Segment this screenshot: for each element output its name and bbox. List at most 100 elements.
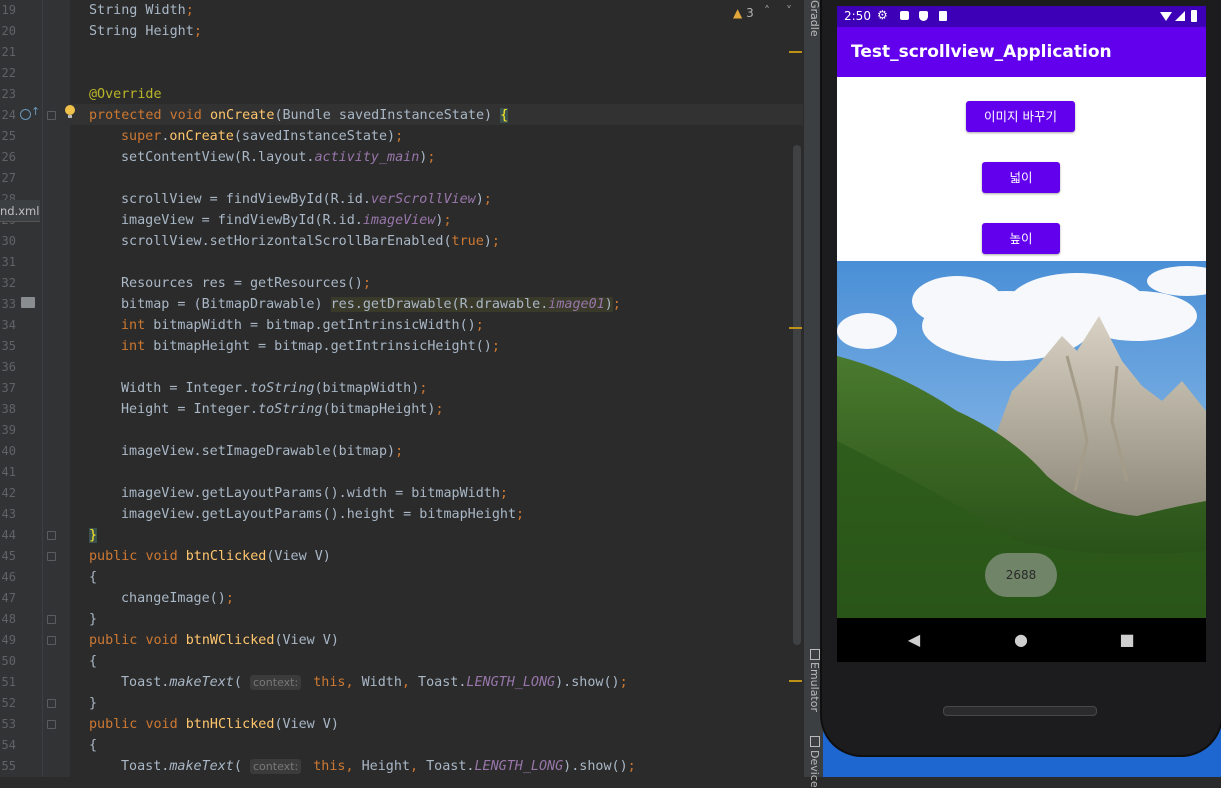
status-bar: 2:50 ⚙ <box>837 6 1206 27</box>
app-title: Test_scrollview_Application <box>851 42 1112 62</box>
status-time: 2:50 <box>844 9 871 23</box>
code-line[interactable]: Resources res = getResources(); <box>121 273 371 294</box>
lightbulb-icon[interactable] <box>65 105 75 115</box>
line-number: 45 <box>1 549 16 563</box>
line-number: 26 <box>1 150 16 164</box>
phone-screen[interactable]: 2:50 ⚙ Test_scrollview_Application 이미지 바… <box>837 6 1206 618</box>
code-line[interactable]: String Height; <box>89 21 202 42</box>
line-number: 21 <box>1 45 16 59</box>
line-number: 52 <box>1 696 16 710</box>
line-number: 36 <box>1 360 16 374</box>
code-line[interactable]: } <box>89 693 97 714</box>
code-line[interactable]: Width = Integer.toString(bitmapWidth); <box>121 378 427 399</box>
line-number: 19 <box>1 3 16 17</box>
image-preview-icon[interactable] <box>21 297 35 308</box>
override-icon[interactable] <box>20 109 31 120</box>
line-number: 50 <box>1 654 16 668</box>
line-number: 34 <box>1 318 16 332</box>
line-number: 54 <box>1 738 16 752</box>
fold-marker[interactable] <box>47 615 56 624</box>
code-line[interactable]: { <box>89 651 97 672</box>
code-line[interactable]: int bitmapHeight = bitmap.getIntrinsicHe… <box>121 336 500 357</box>
line-number: 24 <box>1 108 16 122</box>
emulator-tool-icon <box>810 649 820 660</box>
warning-marker[interactable] <box>789 51 802 53</box>
line-number: 20 <box>1 24 16 38</box>
line-number: 44 <box>1 528 16 542</box>
line-number: 47 <box>1 591 16 605</box>
line-number: 42 <box>1 486 16 500</box>
code-line[interactable]: { <box>89 735 97 756</box>
code-line[interactable]: protected void onCreate(Bundle savedInst… <box>89 105 509 126</box>
code-line[interactable]: Height = Integer.toString(bitmapHeight); <box>121 399 444 420</box>
sdcard-status-icon <box>939 11 947 21</box>
code-line[interactable]: setContentView(R.layout.activity_main); <box>121 147 435 168</box>
line-number: 23 <box>1 87 16 101</box>
code-line[interactable]: Toast.makeText( context: this, Height, T… <box>121 756 636 777</box>
code-line[interactable]: scrollView.setHorizontalScrollBarEnabled… <box>121 231 500 252</box>
line-number: 30 <box>1 234 16 248</box>
right-tool-strip: Gradle Emulator Device <box>803 0 824 788</box>
height-button[interactable]: 높이 <box>982 223 1060 254</box>
fold-marker[interactable] <box>47 720 56 729</box>
code-line[interactable]: bitmap = (BitmapDrawable) res.getDrawabl… <box>121 294 621 315</box>
code-line[interactable]: super.onCreate(savedInstanceState); <box>121 126 403 147</box>
fold-marker[interactable] <box>47 636 56 645</box>
code-line[interactable]: String Width; <box>89 0 194 21</box>
fold-marker[interactable] <box>47 111 56 120</box>
warning-indicator[interactable]: ▲ 3 <box>733 6 754 20</box>
arrow-up-icon[interactable]: ↑ <box>31 105 40 118</box>
code-line[interactable]: imageView.getLayoutParams().width = bitm… <box>121 483 508 504</box>
fold-marker[interactable] <box>47 699 56 708</box>
code-line[interactable]: } <box>89 525 98 546</box>
line-number: 22 <box>1 66 16 80</box>
next-highlight-icon[interactable]: ˅ <box>786 4 792 18</box>
signal-status-icon <box>1175 11 1185 21</box>
code-line[interactable]: int bitmapWidth = bitmap.getIntrinsicWid… <box>121 315 484 336</box>
line-number: 31 <box>1 255 16 269</box>
line-number: 51 <box>1 675 16 689</box>
code-line[interactable]: public void btnClicked(View V) <box>89 546 331 567</box>
change-image-button[interactable]: 이미지 바꾸기 <box>966 101 1075 132</box>
line-number: 37 <box>1 381 16 395</box>
editor-scrollbar[interactable] <box>793 145 801 645</box>
file-tab[interactable]: nd.xml <box>0 200 40 222</box>
code-editor[interactable]: 1920212223242526272829303132333435363738… <box>0 0 803 777</box>
line-number: 32 <box>1 276 16 290</box>
line-number: 53 <box>1 717 16 731</box>
emulator-tool-tab[interactable]: Emulator <box>804 662 824 712</box>
warning-marker[interactable] <box>789 680 802 682</box>
code-line[interactable]: changeImage(); <box>121 588 234 609</box>
home-icon[interactable]: ● <box>1006 618 1036 662</box>
code-line[interactable]: scrollView = findViewById(R.id.verScroll… <box>121 189 492 210</box>
settings-status-icon: ⚙ <box>877 8 888 22</box>
code-line[interactable]: public void btnHClicked(View V) <box>89 714 339 735</box>
recents-icon[interactable]: ■ <box>1112 618 1142 662</box>
gradle-tool-tab[interactable]: Gradle <box>804 0 824 37</box>
line-number: 48 <box>1 612 16 626</box>
fold-marker[interactable] <box>47 552 56 561</box>
code-line[interactable]: public void btnWClicked(View V) <box>89 630 339 651</box>
warning-marker[interactable] <box>789 327 802 329</box>
shield-status-icon <box>919 11 928 21</box>
warning-count: 3 <box>746 6 754 20</box>
code-line[interactable]: imageView.setImageDrawable(bitmap); <box>121 441 403 462</box>
fold-guide <box>42 0 43 777</box>
code-line[interactable]: { <box>89 567 97 588</box>
line-number: 46 <box>1 570 16 584</box>
line-number: 49 <box>1 633 16 647</box>
code-line[interactable]: @Override <box>89 84 162 105</box>
code-line[interactable]: imageView = findViewById(R.id.imageView)… <box>121 210 452 231</box>
line-number: 25 <box>1 129 16 143</box>
code-line[interactable]: imageView.getLayoutParams().height = bit… <box>121 504 524 525</box>
code-line[interactable]: Toast.makeText( context: this, Width, To… <box>121 672 628 693</box>
device-tool-tab[interactable]: Device <box>804 750 824 788</box>
wifi-status-icon <box>1160 12 1172 21</box>
fold-marker[interactable] <box>47 531 56 540</box>
device-tool-icon <box>810 736 820 747</box>
back-icon[interactable]: ◀ <box>899 618 929 662</box>
width-button[interactable]: 넓이 <box>982 162 1060 193</box>
code-line[interactable]: } <box>89 609 97 630</box>
line-number: 39 <box>1 423 16 437</box>
previous-highlight-icon[interactable]: ˄ <box>764 4 770 18</box>
